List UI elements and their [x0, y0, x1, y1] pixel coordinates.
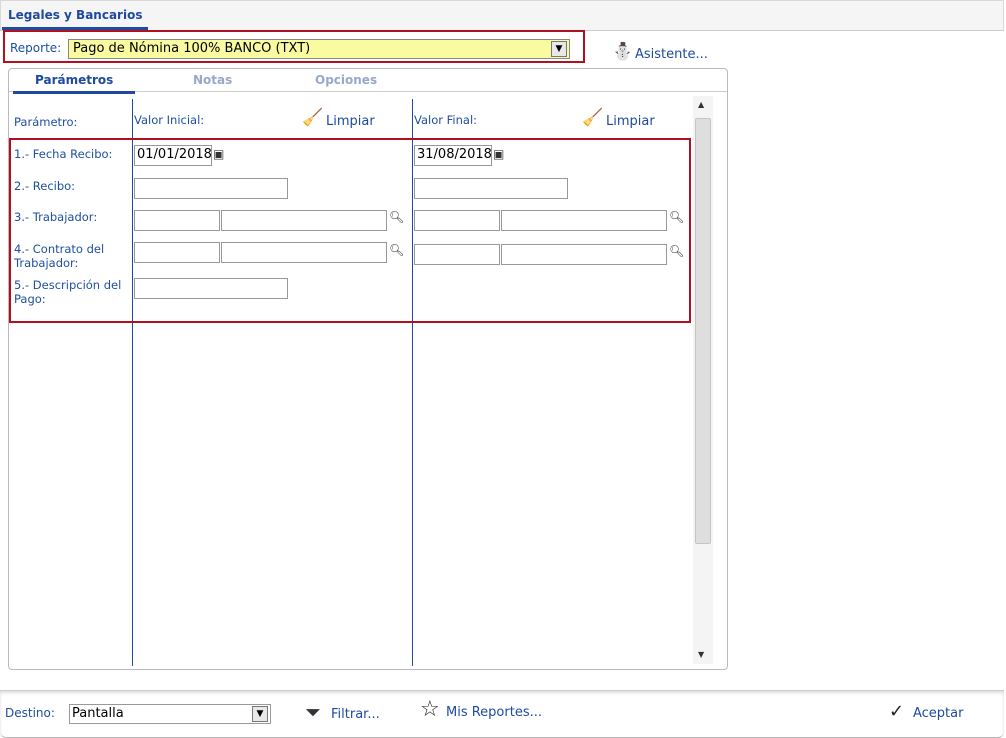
- fecha-initial-input[interactable]: 01/01/2018: [134, 145, 212, 166]
- tab-notas[interactable]: Notas: [193, 73, 232, 87]
- contrato-final-name[interactable]: [501, 244, 667, 265]
- calendar-icon[interactable]: ▣: [493, 147, 504, 161]
- report-value: Pago de Nómina 100% BANCO (TXT): [73, 41, 311, 56]
- search-icon[interactable]: 🔍︎: [389, 210, 404, 224]
- contrato-final-code[interactable]: [414, 244, 500, 265]
- star-icon: ☆: [420, 697, 440, 722]
- report-label: Reporte:: [10, 41, 62, 55]
- scroll-thumb[interactable]: [695, 118, 711, 544]
- report-select[interactable]: Pago de Nómina 100% BANCO (TXT) ▼: [68, 39, 570, 59]
- chevron-down-icon[interactable]: ▼: [551, 41, 567, 57]
- filter-button[interactable]: Filtrar...: [331, 707, 380, 722]
- search-icon[interactable]: 🔍︎: [669, 210, 684, 224]
- initial-header: Valor Inicial:: [134, 113, 205, 127]
- my-reports-button[interactable]: Mis Reportes...: [446, 705, 542, 720]
- param-label: 2.- Recibo:: [14, 179, 76, 193]
- param-label: 1.- Fecha Recibo:: [14, 147, 113, 161]
- final-header: Valor Final:: [414, 113, 478, 127]
- calendar-icon[interactable]: ▣: [213, 147, 224, 161]
- wizard-icon: ⛄: [612, 42, 634, 62]
- destination-value: Pantalla: [72, 706, 124, 721]
- filter-icon: ⏷: [305, 700, 321, 724]
- trabajador-initial-name[interactable]: [221, 210, 387, 231]
- search-icon[interactable]: 🔍︎: [669, 244, 684, 258]
- top-tab-bar: [0, 0, 1004, 31]
- destination-select[interactable]: Pantalla ▼: [69, 704, 271, 724]
- destination-label: Destino:: [5, 706, 55, 720]
- recibo-initial-input[interactable]: [134, 178, 288, 199]
- broom-icon: 🧹: [302, 108, 324, 128]
- accept-button[interactable]: Aceptar: [913, 706, 963, 721]
- trabajador-final-code[interactable]: [414, 210, 500, 231]
- wizard-button[interactable]: Asistente...: [635, 47, 708, 62]
- search-icon[interactable]: 🔍︎: [389, 243, 404, 257]
- scroll-up-icon[interactable]: ▲: [698, 100, 704, 109]
- param-label: 3.- Trabajador:: [14, 210, 98, 224]
- trabajador-initial-code[interactable]: [134, 210, 220, 231]
- tab-legales-bancarios[interactable]: Legales y Bancarios: [2, 8, 149, 30]
- trabajador-final-name[interactable]: [501, 210, 667, 231]
- contrato-initial-code[interactable]: [134, 242, 220, 263]
- clear-initial-button[interactable]: Limpiar: [326, 114, 375, 129]
- tab-parametros[interactable]: Parámetros: [13, 73, 136, 94]
- scroll-down-icon[interactable]: ▼: [698, 650, 704, 659]
- broom-icon: 🧹: [582, 108, 604, 128]
- tab-opciones[interactable]: Opciones: [315, 73, 377, 87]
- contrato-initial-name[interactable]: [221, 242, 387, 263]
- param-header: Parámetro:: [14, 115, 78, 129]
- descripcion-initial-input[interactable]: [134, 278, 288, 299]
- clear-final-button[interactable]: Limpiar: [606, 114, 655, 129]
- check-icon: ✓: [889, 701, 905, 722]
- param-label: 4.- Contrato del Trabajador:: [14, 242, 105, 270]
- recibo-final-input[interactable]: [414, 178, 568, 199]
- chevron-down-icon[interactable]: ▼: [252, 706, 268, 722]
- param-label: 5.- Descripción del Pago:: [14, 278, 122, 306]
- fecha-final-input[interactable]: 31/08/2018: [414, 145, 492, 166]
